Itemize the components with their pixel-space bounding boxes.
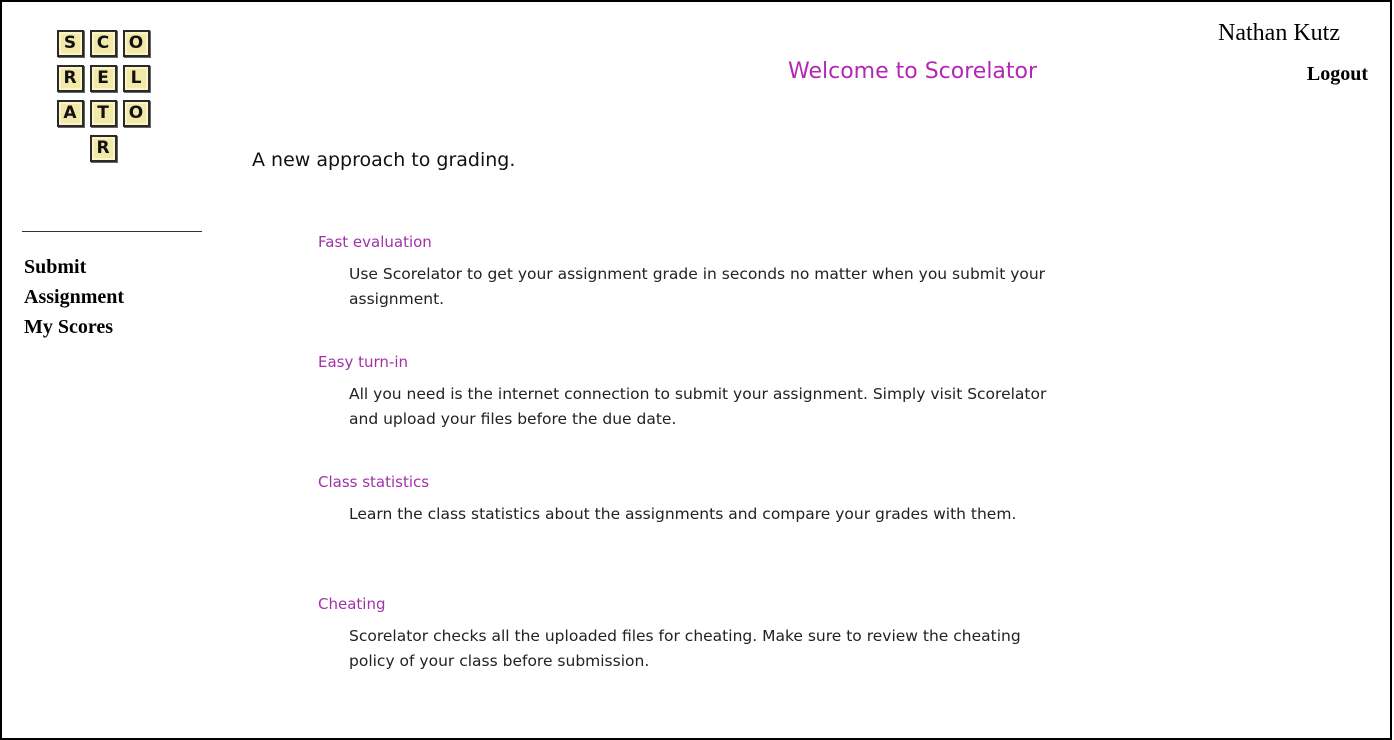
logo-tile: C xyxy=(89,30,117,57)
logo-row: A T O xyxy=(36,100,170,127)
logo-tile: O xyxy=(122,30,150,57)
sidebar-item-my-scores[interactable]: My Scores xyxy=(24,312,214,342)
sidebar-divider xyxy=(22,231,202,232)
sidebar-nav: Submit Assignment My Scores xyxy=(24,252,214,342)
feature-description: Use Scorelator to get your assignment gr… xyxy=(349,265,1046,308)
logo-tile: S xyxy=(56,30,84,57)
feature-description: All you need is the internet connection … xyxy=(349,385,1047,428)
feature-item: Cheating Scorelator checks all the uploa… xyxy=(318,594,1078,714)
page-frame: S C O R E L A T O R Submit Assignment My… xyxy=(0,0,1392,740)
feature-title: Class statistics xyxy=(318,473,430,491)
logo-tile: R xyxy=(56,65,84,92)
logo-row: S C O xyxy=(36,30,170,57)
logout-link[interactable]: Logout xyxy=(1307,63,1368,86)
tagline: A new approach to grading. xyxy=(252,149,516,171)
logo-row: R E L xyxy=(36,65,170,92)
logo-tile: E xyxy=(89,65,117,92)
user-name: Nathan Kutz xyxy=(1218,20,1340,46)
feature-title: Fast evaluation xyxy=(318,233,432,251)
feature-description: Learn the class statistics about the ass… xyxy=(349,505,1017,523)
page-title: Welcome to Scorelator xyxy=(788,59,1038,84)
logo-tile: A xyxy=(56,100,84,127)
logo-tile: O xyxy=(122,100,150,127)
logo-tile: T xyxy=(89,100,117,127)
logo-tile: L xyxy=(122,65,150,92)
feature-list: Fast evaluation Use Scorelator to get yo… xyxy=(318,232,1078,714)
scorelator-logo[interactable]: S C O R E L A T O R xyxy=(36,30,170,170)
feature-item: Fast evaluation Use Scorelator to get yo… xyxy=(318,232,1078,352)
feature-title: Easy turn-in xyxy=(318,353,409,371)
logo-tile: R xyxy=(89,135,117,162)
feature-description: Scorelator checks all the uploaded files… xyxy=(349,627,1021,670)
logo-row: R xyxy=(36,135,170,162)
feature-title: Cheating xyxy=(318,595,386,613)
feature-item: Easy turn-in All you need is the interne… xyxy=(318,352,1078,472)
sidebar-item-submit-assignment[interactable]: Submit Assignment xyxy=(24,252,154,312)
feature-item: Class statistics Learn the class statist… xyxy=(318,472,1078,594)
